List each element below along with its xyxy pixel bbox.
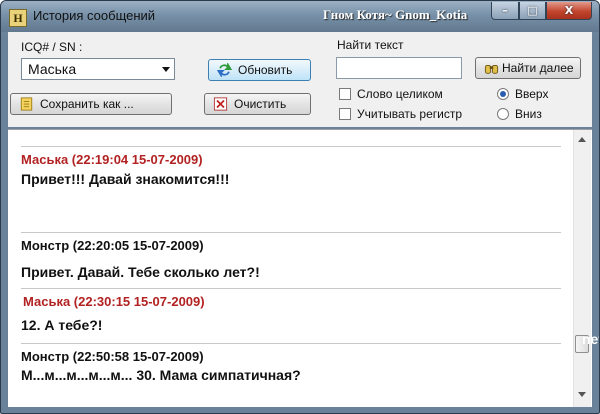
direction-down-radio[interactable] bbox=[497, 108, 509, 120]
message-separator bbox=[21, 343, 561, 344]
tool-panel: ICQ# / SN : Маська Обновить Сохранить ка… bbox=[8, 32, 592, 127]
history-window: H История сообщений Гном Котя~ Gnom_Koti… bbox=[0, 0, 600, 414]
search-input[interactable] bbox=[336, 57, 462, 79]
direction-up-label: Вверх bbox=[515, 87, 549, 101]
vertical-scrollbar[interactable] bbox=[573, 130, 591, 407]
refresh-icon bbox=[217, 63, 232, 77]
direction-down-label: Вниз bbox=[515, 107, 542, 121]
clear-button-label: Очистить bbox=[234, 97, 287, 111]
find-next-button[interactable]: Найти далее bbox=[475, 57, 581, 79]
message-separator bbox=[21, 146, 561, 147]
scroll-up-arrow-icon[interactable] bbox=[578, 137, 586, 142]
binoculars-icon bbox=[484, 64, 499, 74]
refresh-button[interactable]: Обновить bbox=[208, 59, 311, 81]
contact-select-value: Маська bbox=[28, 61, 77, 77]
direction-up-radio[interactable] bbox=[497, 88, 509, 100]
watermark-text: Гном Котя~ Gnom_Kotia bbox=[323, 7, 468, 22]
side-watermark-text: net bbox=[582, 331, 599, 347]
message-text: 12. А тебе?! bbox=[21, 317, 103, 333]
minimize-button[interactable]: – bbox=[491, 2, 519, 20]
search-label: Найти текст bbox=[337, 38, 404, 52]
message-header: Маська (22:30:15 15-07-2009) bbox=[23, 294, 205, 309]
message-header: Маська (22:19:04 15-07-2009) bbox=[21, 152, 203, 167]
close-button[interactable]: X bbox=[546, 2, 592, 20]
save-as-button-label: Сохранить как ... bbox=[40, 97, 134, 111]
message-separator bbox=[21, 288, 561, 289]
chevron-down-icon[interactable] bbox=[162, 67, 170, 72]
find-next-button-label: Найти далее bbox=[502, 61, 574, 75]
message-header: Монстр (22:20:05 15-07-2009) bbox=[21, 238, 204, 253]
maximize-button[interactable]: □ bbox=[519, 2, 546, 20]
clear-icon bbox=[213, 97, 228, 111]
message-header: Монстр (22:50:58 15-07-2009) bbox=[21, 349, 204, 364]
message-separator bbox=[21, 232, 561, 233]
message-text: Привет. Давай. Тебе сколько лет?! bbox=[21, 264, 260, 280]
message-text: Привет!!! Давай знакомится!!! bbox=[21, 171, 230, 187]
contact-label: ICQ# / SN : bbox=[21, 40, 83, 54]
save-as-button[interactable]: Сохранить как ... bbox=[10, 93, 172, 115]
whole-word-label: Слово целиком bbox=[357, 87, 443, 101]
refresh-button-label: Обновить bbox=[238, 63, 293, 77]
match-case-checkbox[interactable] bbox=[339, 108, 351, 120]
match-case-label: Учитывать регистр bbox=[357, 107, 463, 121]
title-bar[interactable]: H История сообщений Гном Котя~ Gnom_Koti… bbox=[1, 1, 599, 32]
whole-word-checkbox[interactable] bbox=[339, 88, 351, 100]
app-icon: H bbox=[9, 9, 27, 27]
document-icon bbox=[20, 97, 33, 111]
message-history[interactable]: Маська (22:19:04 15-07-2009) Привет!!! Д… bbox=[8, 129, 599, 407]
scroll-down-arrow-icon[interactable] bbox=[578, 392, 586, 397]
window-title: История сообщений bbox=[33, 8, 156, 23]
message-text: М...м...м...м...м... 30. Мама симпатична… bbox=[21, 367, 301, 383]
contact-select[interactable]: Маська bbox=[21, 58, 175, 80]
clear-button[interactable]: Очистить bbox=[204, 93, 311, 115]
